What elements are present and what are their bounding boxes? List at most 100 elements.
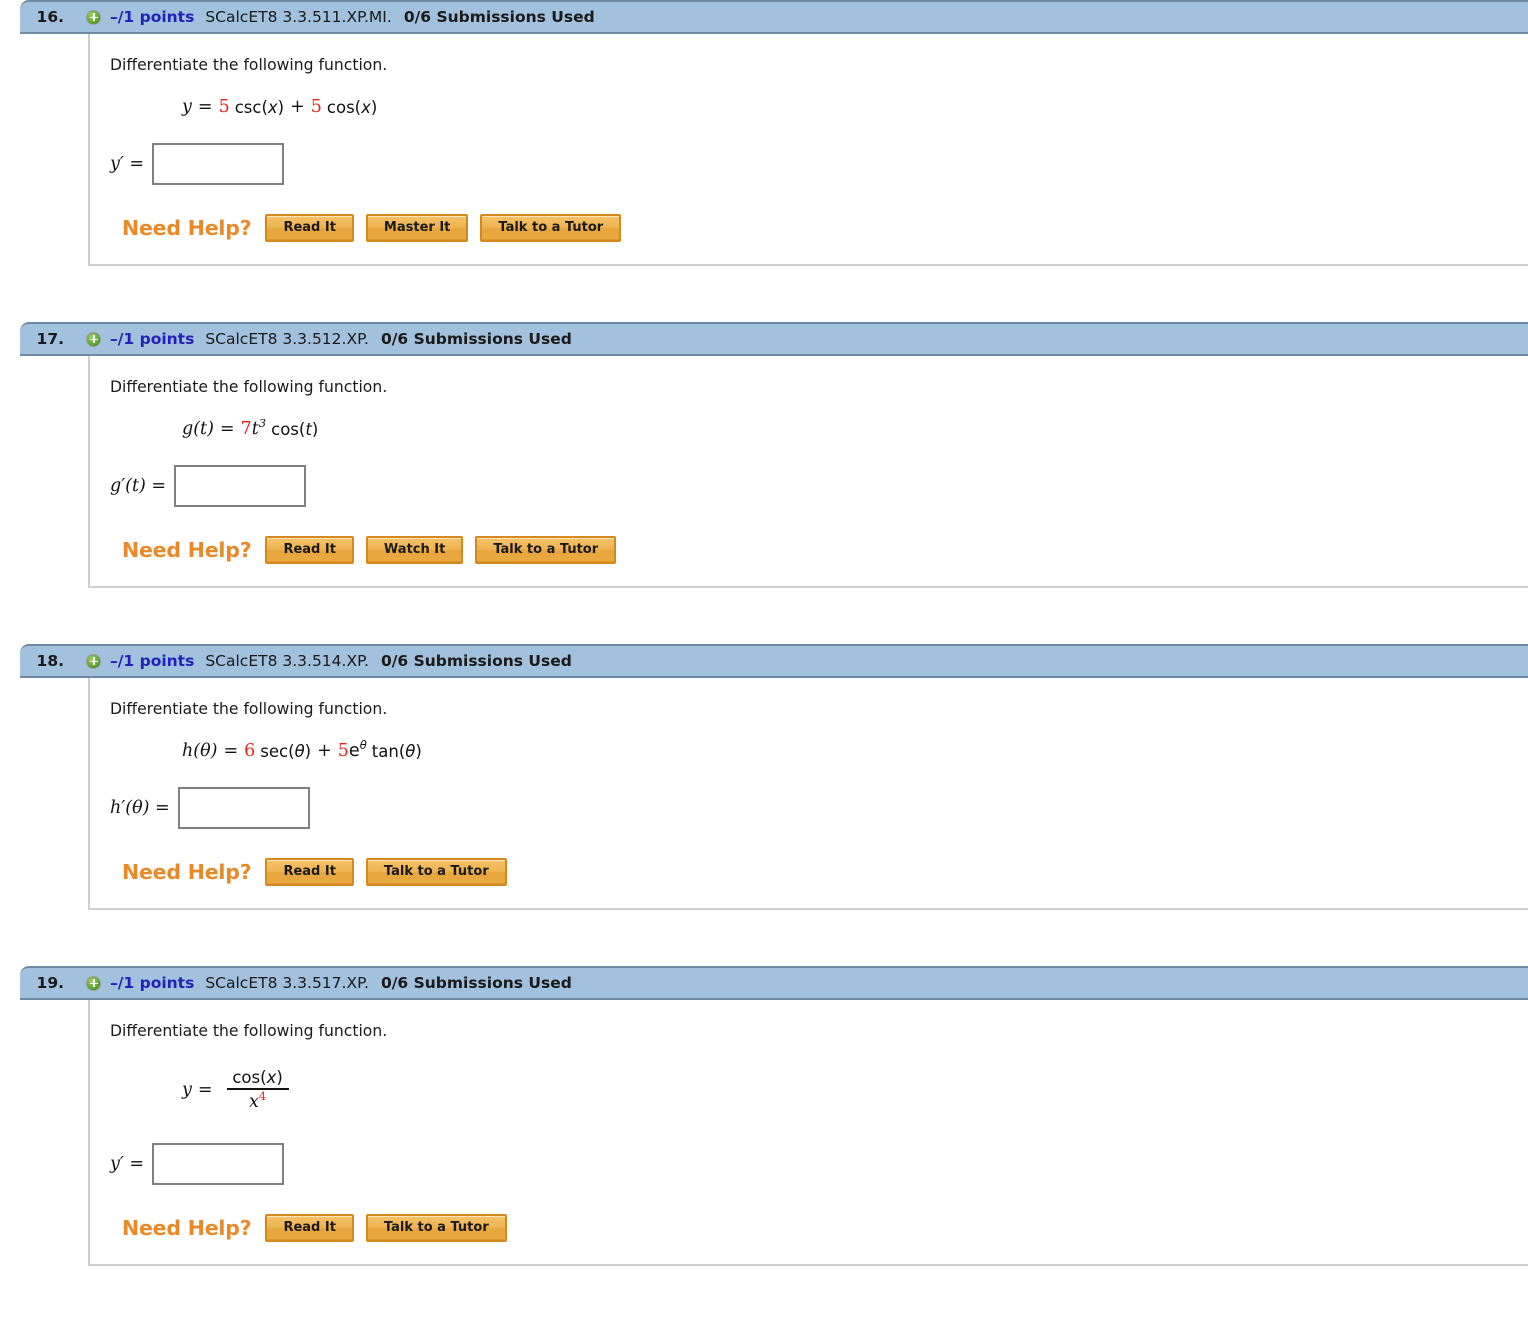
question-block-16: 16. –/1 points SCalcET8 3.3.511.XP.MI. 0… — [0, 0, 1528, 266]
submissions-used: 0/6 Submissions Used — [380, 652, 572, 670]
question-number: 19. — [36, 974, 64, 992]
answer-label: g′(t) = — [110, 476, 167, 496]
plus-icon[interactable] — [86, 975, 101, 991]
expr-plus: + — [290, 97, 305, 117]
question-header-18: 18. –/1 points SCalcET8 3.3.514.XP. 0/6 … — [20, 644, 1528, 678]
expr-lhs: y — [182, 1080, 192, 1100]
expr-term-2: cos(x) — [326, 97, 378, 117]
answer-label: h′(θ) = — [110, 798, 170, 818]
master-it-button[interactable]: Master It — [365, 214, 469, 242]
function-expression-19: y = cos(x) x4 — [182, 1054, 1528, 1126]
answer-row-17: g′(t) = — [110, 462, 1528, 510]
expr-equals: = — [223, 741, 239, 761]
plus-icon[interactable] — [86, 653, 101, 669]
need-help-row-16: Need Help? Read It Master It Talk to a T… — [122, 214, 1528, 242]
expr-coefficient-2: 5 — [310, 97, 322, 117]
answer-input[interactable] — [177, 787, 310, 829]
expr-coefficient-1: 7 — [240, 419, 252, 439]
points-label: –/1 points — [110, 8, 195, 26]
function-expression-18: h(θ) = 6 sec(θ) + 5 eθ tan(θ) — [182, 732, 1528, 770]
plus-icon[interactable] — [86, 9, 101, 25]
question-prompt: Differentiate the following function. — [110, 1022, 388, 1040]
expr-exponent: θ — [359, 738, 367, 753]
function-expression-17: g(t) = 7 t3 cos(t) — [182, 410, 1528, 448]
need-help-label: Need Help? — [122, 860, 252, 884]
question-block-17: 17. –/1 points SCalcET8 3.3.512.XP. 0/6 … — [0, 322, 1528, 588]
question-number: 18. — [36, 652, 64, 670]
plus-icon[interactable] — [86, 331, 101, 347]
fraction-denominator: x4 — [248, 1089, 267, 1112]
question-body-16: Differentiate the following function. y … — [88, 34, 1528, 266]
read-it-button[interactable]: Read It — [265, 1214, 354, 1242]
question-number: 16. — [36, 8, 64, 26]
answer-label: y′ = — [110, 154, 145, 174]
question-body-17: Differentiate the following function. g(… — [88, 356, 1528, 588]
expr-base: eθ — [348, 738, 367, 761]
need-help-label: Need Help? — [122, 538, 252, 562]
function-expression-16: y = 5 csc(x) + 5 cos(x) — [182, 88, 1528, 126]
problem-code: SCalcET8 3.3.512.XP. — [205, 330, 369, 348]
answer-input[interactable] — [174, 465, 307, 507]
talk-to-a-tutor-button[interactable]: Talk to a Tutor — [365, 858, 507, 886]
read-it-button[interactable]: Read It — [265, 536, 354, 564]
need-help-label: Need Help? — [122, 1216, 252, 1240]
submissions-used: 0/6 Submissions Used — [380, 974, 572, 992]
problem-code: SCalcET8 3.3.511.XP.MI. — [205, 8, 392, 26]
expr-base: t3 — [251, 416, 267, 439]
fraction-numerator: cos(x) — [232, 1068, 283, 1087]
read-it-button[interactable]: Read It — [265, 858, 354, 886]
need-help-row-17: Need Help? Read It Watch It Talk to a Tu… — [122, 536, 1528, 564]
expr-equals: = — [197, 1080, 213, 1100]
talk-to-a-tutor-button[interactable]: Talk to a Tutor — [480, 214, 622, 242]
question-block-18: 18. –/1 points SCalcET8 3.3.514.XP. 0/6 … — [0, 644, 1528, 910]
answer-label: y′ = — [110, 1154, 145, 1174]
expr-term-1: csc(x) — [234, 97, 285, 117]
fraction: cos(x) x4 — [226, 1068, 289, 1112]
question-body-19: Differentiate the following function. y … — [88, 1000, 1528, 1266]
denominator-exponent: 4 — [258, 1089, 267, 1104]
points-label: –/1 points — [110, 974, 195, 992]
answer-input[interactable] — [152, 1143, 285, 1185]
submissions-used: 0/6 Submissions Used — [403, 8, 595, 26]
expr-coefficient-2: 5 — [337, 741, 349, 761]
problem-code: SCalcET8 3.3.517.XP. — [205, 974, 369, 992]
question-prompt: Differentiate the following function. — [110, 700, 388, 718]
need-help-row-18: Need Help? Read It Talk to a Tutor — [122, 858, 1528, 886]
question-prompt: Differentiate the following function. — [110, 56, 388, 74]
expr-lhs: h(θ) — [182, 741, 218, 761]
expr-equals: = — [219, 419, 235, 439]
points-label: –/1 points — [110, 652, 195, 670]
answer-row-16: y′ = — [110, 140, 1528, 188]
expr-lhs: g(t) — [182, 419, 214, 439]
read-it-button[interactable]: Read It — [265, 214, 354, 242]
assignment-page: 16. –/1 points SCalcET8 3.3.511.XP.MI. 0… — [0, 0, 1528, 1326]
need-help-row-19: Need Help? Read It Talk to a Tutor — [122, 1214, 1528, 1242]
answer-row-18: h′(θ) = — [110, 784, 1528, 832]
expr-coefficient-1: 6 — [244, 741, 256, 761]
question-body-18: Differentiate the following function. h(… — [88, 678, 1528, 910]
expr-term-1: cos(t) — [271, 419, 319, 439]
question-header-17: 17. –/1 points SCalcET8 3.3.512.XP. 0/6 … — [20, 322, 1528, 356]
need-help-label: Need Help? — [122, 216, 252, 240]
problem-code: SCalcET8 3.3.514.XP. — [205, 652, 369, 670]
expr-coefficient-1: 5 — [218, 97, 230, 117]
question-prompt: Differentiate the following function. — [110, 378, 388, 396]
question-header-16: 16. –/1 points SCalcET8 3.3.511.XP.MI. 0… — [20, 0, 1528, 34]
points-label: –/1 points — [110, 330, 195, 348]
expr-equals: = — [197, 97, 213, 117]
talk-to-a-tutor-button[interactable]: Talk to a Tutor — [365, 1214, 507, 1242]
question-header-19: 19. –/1 points SCalcET8 3.3.517.XP. 0/6 … — [20, 966, 1528, 1000]
talk-to-a-tutor-button[interactable]: Talk to a Tutor — [475, 536, 617, 564]
expr-exponent: 3 — [258, 416, 267, 431]
question-block-19: 19. –/1 points SCalcET8 3.3.517.XP. 0/6 … — [0, 966, 1528, 1266]
watch-it-button[interactable]: Watch It — [365, 536, 464, 564]
submissions-used: 0/6 Submissions Used — [380, 330, 572, 348]
expr-term-2: tan(θ) — [371, 741, 422, 761]
expr-lhs: y — [182, 97, 192, 117]
answer-input[interactable] — [152, 143, 285, 185]
question-number: 17. — [36, 330, 64, 348]
expr-plus: + — [317, 741, 332, 761]
